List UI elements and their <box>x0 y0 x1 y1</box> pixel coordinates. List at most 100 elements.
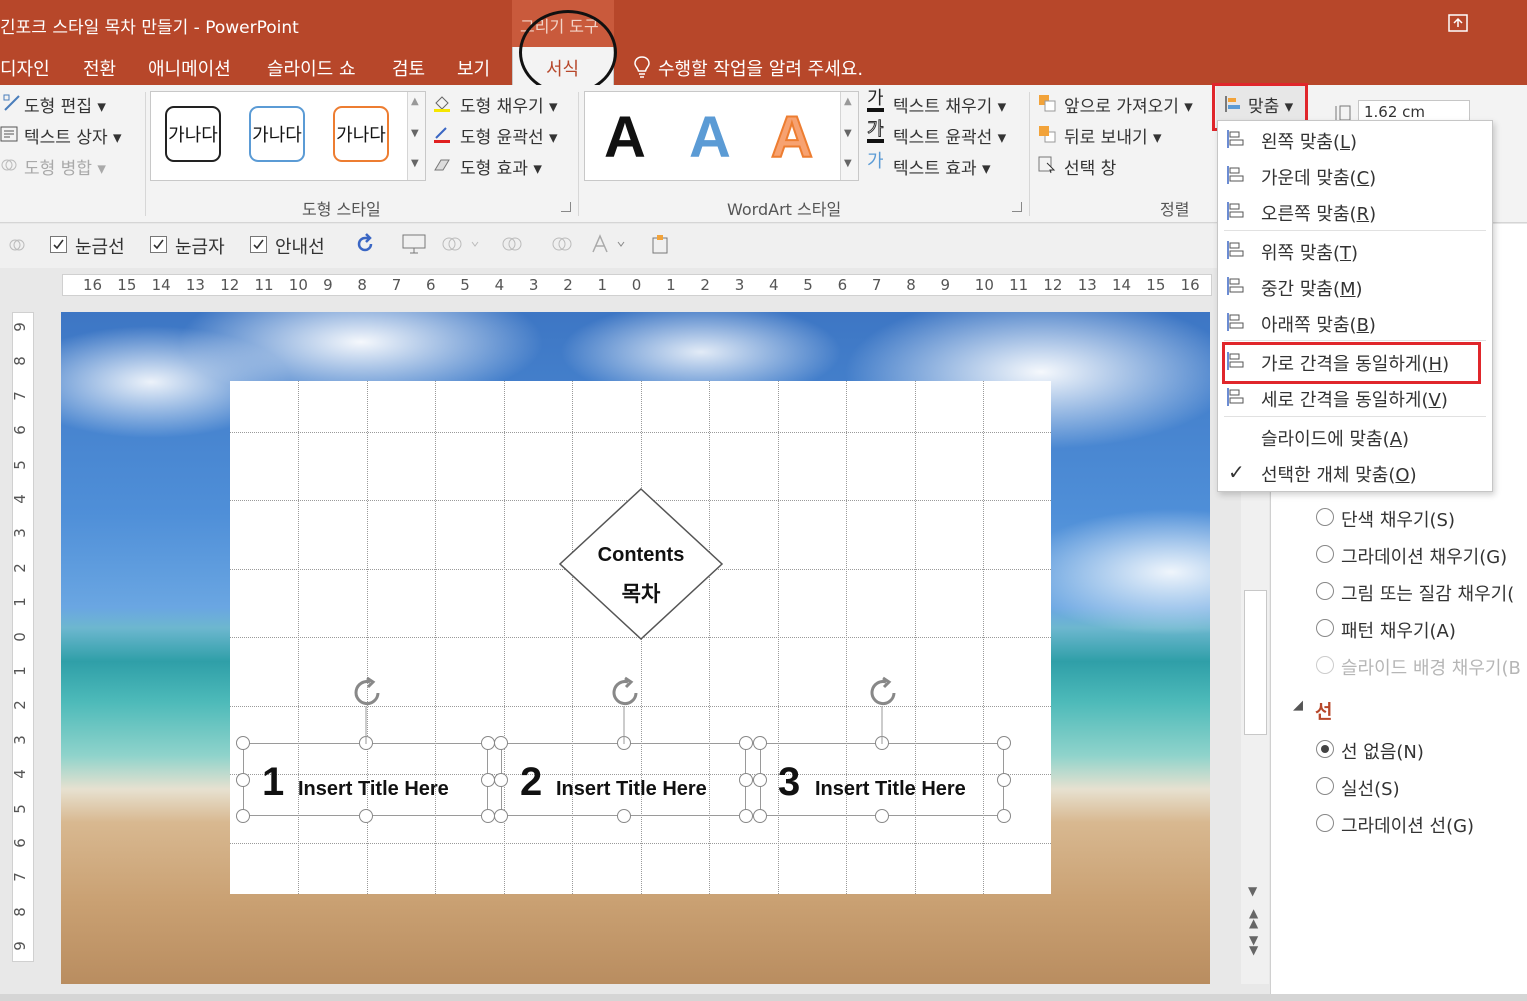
wordart-launcher-icon[interactable] <box>1012 202 1022 212</box>
align-selected-objects-item[interactable]: 선택한 개체 맞춤(O) <box>1261 461 1417 487</box>
gridlines-checkbox[interactable] <box>50 236 67 253</box>
resize-handle[interactable] <box>997 736 1011 750</box>
shape-effects-button[interactable]: 도형 효과 ▾ <box>460 154 542 179</box>
tell-me-search[interactable]: 수행할 작업을 알려 주세요. <box>658 55 863 81</box>
rotate-handle-1-icon[interactable] <box>350 676 390 744</box>
shape-intersect-icon[interactable] <box>550 234 574 254</box>
bring-forward-button[interactable]: 앞으로 가져오기 ▾ <box>1064 92 1193 117</box>
scroll-down-icon[interactable]: ▼ <box>1248 884 1257 898</box>
merge-shapes-button[interactable]: 도형 병합 ▾ <box>24 154 106 179</box>
previous-slide-icon[interactable]: ▲ ▲ <box>1249 907 1258 929</box>
no-line-radio[interactable] <box>1316 740 1334 758</box>
format-painter-icon[interactable] <box>650 234 672 254</box>
align-left-item[interactable]: 왼쪽 맞춤(L) <box>1261 128 1357 154</box>
gradient-fill-label: 그라데이션 채우기(G) <box>1341 547 1508 568</box>
next-slide-icon[interactable]: ▼ ▼ <box>1249 934 1258 956</box>
text-effects-button[interactable]: 텍스트 효과 ▾ <box>893 154 991 179</box>
resize-handle[interactable] <box>481 772 495 787</box>
shape-styles-launcher-icon[interactable] <box>561 202 571 212</box>
rotate-icon[interactable] <box>354 233 376 255</box>
shape-outline-button[interactable]: 도형 윤곽선 ▾ <box>460 123 558 148</box>
tab-transitions[interactable]: 전환 <box>83 55 116 81</box>
resize-handle[interactable] <box>494 772 508 787</box>
rotate-handle-2-icon[interactable] <box>608 676 648 744</box>
shape-style-black[interactable]: 가나다 <box>165 106 221 162</box>
distribute-vertically-item[interactable]: 세로 간격을 동일하게(V) <box>1261 386 1448 412</box>
text-fill-button[interactable]: 텍스트 채우기 ▾ <box>893 92 1006 117</box>
guides-checkbox[interactable] <box>250 236 267 253</box>
resize-handle[interactable] <box>739 809 753 823</box>
menu-item-accelerator: V <box>1428 390 1441 411</box>
resize-handle[interactable] <box>494 736 508 750</box>
resize-handle[interactable] <box>753 772 767 787</box>
send-backward-button[interactable]: 뒤로 보내기 ▾ <box>1064 123 1162 148</box>
edit-shape-button[interactable]: 도형 편집 ▾ <box>24 92 106 117</box>
resize-handle[interactable] <box>494 809 508 823</box>
tab-design[interactable]: 디자인 <box>0 55 50 81</box>
wordart-style-black[interactable]: A <box>604 104 646 171</box>
wordart-up-icon[interactable]: ▲ <box>844 96 852 107</box>
background-fill-radio[interactable] <box>1316 656 1334 674</box>
text-outline-button[interactable]: 텍스트 윤곽선 ▾ <box>893 123 1006 148</box>
tab-view[interactable]: 보기 <box>457 55 490 81</box>
wordart-style-blue[interactable]: A <box>689 104 731 171</box>
collapse-line-icon[interactable]: ◢ <box>1293 698 1303 713</box>
tab-review[interactable]: 검토 <box>392 55 425 81</box>
rotate-handle-3-icon[interactable] <box>866 676 906 744</box>
wordart-more-icon[interactable]: ▼ <box>844 158 852 169</box>
resize-handle[interactable] <box>358 809 373 823</box>
scrollbar-thumb[interactable] <box>1244 590 1267 735</box>
shape-fragment-icon[interactable] <box>500 234 524 254</box>
selection-pane-button[interactable]: 선택 창 <box>1064 154 1116 179</box>
menu-separator <box>1224 230 1486 231</box>
pattern-fill-radio[interactable] <box>1316 619 1334 637</box>
align-right-item[interactable]: 오른쪽 맞춤(R) <box>1261 200 1376 226</box>
resize-handle[interactable] <box>753 736 767 750</box>
solid-fill-radio[interactable] <box>1316 508 1334 526</box>
align-to-slide-item[interactable]: 슬라이드에 맞춤(A) <box>1261 425 1409 451</box>
resize-handle[interactable] <box>236 772 250 787</box>
ruler-checkbox[interactable] <box>150 236 167 253</box>
menu-item-accelerator: M <box>1340 279 1356 300</box>
gradient-fill-radio[interactable] <box>1316 545 1334 563</box>
solid-line-radio[interactable] <box>1316 777 1334 795</box>
shapes-group-icon[interactable] <box>8 236 26 254</box>
resize-handle[interactable] <box>236 809 250 823</box>
align-top-item[interactable]: 위쪽 맞춤(T) <box>1261 239 1358 265</box>
tab-animations[interactable]: 애니메이션 <box>148 55 231 81</box>
align-middle-item[interactable]: 중간 맞춤(M) <box>1261 275 1363 301</box>
diamond-subtitle: 목차 <box>621 582 661 606</box>
resize-handle[interactable] <box>616 809 631 823</box>
font-color-icon[interactable] <box>590 234 630 254</box>
gallery-up-icon[interactable]: ▲ <box>411 96 419 107</box>
shape-style-blue[interactable]: 가나다 <box>249 106 305 162</box>
restore-window-icon[interactable] <box>1448 14 1468 32</box>
item-number-1: 1 <box>262 760 285 804</box>
line-section-header[interactable]: 선 <box>1315 697 1332 724</box>
gallery-down-icon[interactable]: ▼ <box>411 128 419 139</box>
resize-handle[interactable] <box>997 772 1011 787</box>
align-bottom-item[interactable]: 아래쪽 맞춤(B) <box>1261 311 1376 337</box>
resize-handle[interactable] <box>875 809 889 823</box>
gallery-more-icon[interactable]: ▼ <box>411 158 419 169</box>
resize-handle[interactable] <box>997 809 1011 823</box>
wordart-style-orange[interactable]: A <box>770 104 814 171</box>
resize-handle[interactable] <box>739 736 753 750</box>
group-separator <box>1029 92 1030 216</box>
item-title-3: Insert Title Here <box>815 778 966 800</box>
picture-fill-radio[interactable] <box>1316 582 1334 600</box>
text-box-button[interactable]: 텍스트 상자 ▾ <box>24 123 122 148</box>
gradient-line-radio[interactable] <box>1316 814 1334 832</box>
align-center-item[interactable]: 가운데 맞춤(C) <box>1261 164 1376 190</box>
resize-handle[interactable] <box>481 736 495 750</box>
tab-slideshow[interactable]: 슬라이드 쇼 <box>267 55 356 81</box>
shape-fill-button[interactable]: 도형 채우기 ▾ <box>460 92 558 117</box>
resize-handle[interactable] <box>481 809 495 823</box>
resize-handle[interactable] <box>739 772 753 787</box>
resize-handle[interactable] <box>236 736 250 750</box>
slideshow-icon[interactable] <box>402 234 426 254</box>
wordart-down-icon[interactable]: ▼ <box>844 128 852 139</box>
shape-union-icon[interactable] <box>440 234 480 254</box>
resize-handle[interactable] <box>753 809 767 823</box>
shape-style-orange[interactable]: 가나다 <box>333 106 389 162</box>
